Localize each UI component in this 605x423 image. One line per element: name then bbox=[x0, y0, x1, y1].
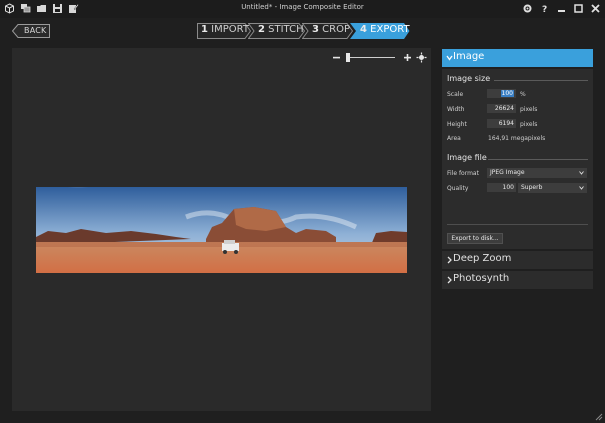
step-label: EXPORT bbox=[370, 24, 410, 35]
file-format-select[interactable]: JPEG Image bbox=[487, 168, 587, 178]
chevron-down-icon bbox=[579, 171, 584, 175]
preview-canvas[interactable] bbox=[12, 48, 431, 411]
height-unit: pixels bbox=[520, 121, 538, 128]
export-settings-panel: Image Image size Scale 100 % Width 26624… bbox=[442, 49, 593, 291]
image-section-body: Image size Scale 100 % Width 26624 pixel… bbox=[442, 69, 593, 249]
zoom-out-icon[interactable] bbox=[331, 52, 342, 63]
step-label: CROP bbox=[322, 24, 350, 35]
divider bbox=[447, 224, 588, 225]
step-label: IMPORT bbox=[211, 24, 249, 35]
quality-label: Quality bbox=[447, 185, 469, 192]
step-number: 3 bbox=[312, 24, 319, 35]
height-label: Height bbox=[447, 121, 467, 128]
tab-crop-label: 3 CROP bbox=[312, 24, 350, 35]
settings-icon[interactable] bbox=[522, 3, 533, 14]
file-format-value: JPEG Image bbox=[490, 169, 525, 176]
scale-value: 100 bbox=[500, 90, 514, 97]
image-section-title: Image bbox=[453, 51, 485, 62]
step-number: 1 bbox=[201, 24, 208, 35]
panorama-preview-image bbox=[36, 187, 407, 273]
tab-stitch-label: 2 STITCH bbox=[258, 24, 304, 35]
quality-input[interactable]: 100 bbox=[487, 183, 516, 192]
height-field[interactable]: 6194 bbox=[487, 119, 516, 128]
image-size-header: Image size bbox=[447, 74, 491, 83]
tab-export[interactable]: 4 EXPORT bbox=[350, 23, 410, 39]
zoom-in-icon[interactable] bbox=[402, 52, 413, 63]
tab-export-label: 4 EXPORT bbox=[360, 24, 410, 35]
step-number: 4 bbox=[360, 24, 367, 35]
minimize-icon[interactable] bbox=[556, 3, 567, 14]
deep-zoom-section-header[interactable]: Deep Zoom bbox=[442, 251, 593, 269]
tab-stitch[interactable]: 2 STITCH bbox=[248, 23, 305, 39]
chevron-right-icon bbox=[447, 276, 452, 284]
title-bar: Untitled* - Image Composite Editor ? bbox=[0, 0, 605, 18]
divider bbox=[488, 159, 588, 160]
step-number: 2 bbox=[258, 24, 265, 35]
area-label: Area bbox=[447, 135, 461, 142]
workflow-steps: 1 IMPORT 2 STITCH 3 CROP 4 EXPORT bbox=[197, 23, 411, 39]
photosynth-title: Photosynth bbox=[453, 273, 510, 284]
zoom-slider-track[interactable] bbox=[347, 57, 395, 58]
step-label: STITCH bbox=[268, 24, 304, 35]
window-title: Untitled* - Image Composite Editor bbox=[241, 3, 364, 11]
tab-import[interactable]: 1 IMPORT bbox=[197, 23, 251, 39]
resize-grip-icon[interactable] bbox=[595, 413, 603, 421]
chevron-right-icon bbox=[447, 256, 452, 264]
width-label: Width bbox=[447, 106, 465, 113]
help-icon[interactable]: ? bbox=[539, 3, 550, 14]
quality-preset-value: Superb bbox=[521, 184, 543, 191]
export-to-disk-button[interactable]: Export to disk... bbox=[447, 233, 503, 244]
image-section-header[interactable]: Image bbox=[442, 49, 593, 67]
tab-crop[interactable]: 3 CROP bbox=[302, 23, 353, 39]
width-field[interactable]: 26624 bbox=[487, 104, 516, 113]
scale-unit: % bbox=[520, 91, 526, 98]
svg-text:?: ? bbox=[542, 5, 547, 14]
image-file-header: Image file bbox=[447, 153, 487, 162]
scale-input[interactable]: 100 bbox=[487, 89, 516, 98]
scale-label: Scale bbox=[447, 91, 464, 98]
back-button[interactable]: BACK bbox=[12, 24, 50, 38]
chevron-down-icon bbox=[579, 186, 584, 190]
area-value: 164,91 megapixels bbox=[488, 135, 546, 142]
file-format-label: File format bbox=[447, 170, 479, 177]
deep-zoom-title: Deep Zoom bbox=[453, 253, 512, 264]
back-button-label: BACK bbox=[24, 26, 47, 35]
tab-import-label: 1 IMPORT bbox=[201, 24, 249, 35]
quality-preset-select[interactable]: Superb bbox=[518, 183, 587, 193]
zoom-slider-thumb[interactable] bbox=[346, 53, 350, 62]
divider bbox=[494, 80, 588, 81]
fit-to-window-icon[interactable] bbox=[416, 52, 427, 63]
zoom-control bbox=[331, 51, 431, 65]
width-unit: pixels bbox=[520, 106, 538, 113]
maximize-icon[interactable] bbox=[573, 3, 584, 14]
window-controls: ? bbox=[522, 3, 601, 14]
chevron-down-icon bbox=[446, 55, 453, 61]
photosynth-section-header[interactable]: Photosynth bbox=[442, 271, 593, 289]
close-icon[interactable] bbox=[590, 3, 601, 14]
